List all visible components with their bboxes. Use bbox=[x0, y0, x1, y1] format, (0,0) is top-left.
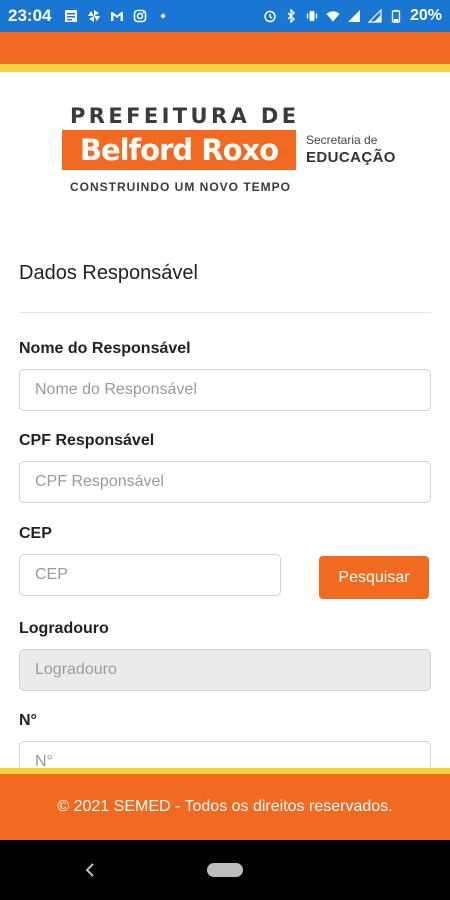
cep-input[interactable] bbox=[19, 554, 281, 596]
instagram-icon bbox=[134, 9, 147, 23]
pinwheel-icon bbox=[88, 10, 101, 22]
logo-department-line2: EDUCAÇÃO bbox=[306, 149, 396, 166]
cpf-label: CPF Responsável bbox=[19, 432, 155, 449]
section-title: Dados Responsável bbox=[19, 262, 198, 284]
footer: © 2021 SEMED - Todos os direitos reserva… bbox=[0, 768, 450, 840]
battery-icon bbox=[391, 9, 401, 23]
navigation-bar bbox=[0, 840, 450, 900]
street-input bbox=[19, 649, 431, 691]
header-band bbox=[0, 32, 450, 64]
responsible-name-label: Nome do Responsável bbox=[19, 340, 191, 357]
battery-percentage: 20% bbox=[409, 7, 442, 24]
signal-icon bbox=[347, 10, 360, 22]
prefeitura-logo: PREFEITURA DE Belford Roxo Secretaria de… bbox=[62, 100, 402, 200]
number-label: N° bbox=[19, 712, 37, 729]
alarm-icon bbox=[264, 10, 276, 23]
responsible-name-input[interactable] bbox=[19, 369, 431, 411]
home-pill-icon[interactable] bbox=[207, 863, 243, 877]
street-label: Logradouro bbox=[19, 620, 109, 637]
header-stripe bbox=[0, 64, 450, 72]
logo-city-name: Belford Roxo bbox=[62, 130, 296, 170]
gmail-icon bbox=[111, 12, 124, 21]
wifi-icon bbox=[326, 11, 340, 22]
footer-copyright: © 2021 SEMED - Todos os direitos reserva… bbox=[57, 798, 393, 815]
signal-secondary-icon bbox=[367, 9, 382, 23]
search-cep-button[interactable]: Pesquisar bbox=[319, 556, 429, 599]
section-divider bbox=[19, 312, 431, 313]
notification-dot-icon bbox=[161, 13, 166, 19]
status-time: 23:04 bbox=[8, 6, 52, 25]
logo-top-line: PREFEITURA DE bbox=[70, 104, 300, 128]
vibrate-icon bbox=[306, 11, 318, 21]
logo-department-line1: Secretaria de bbox=[306, 133, 378, 147]
back-icon[interactable] bbox=[78, 856, 102, 884]
cep-label: CEP bbox=[19, 525, 52, 542]
notes-icon bbox=[65, 10, 78, 22]
status-bar: 23:04 20% bbox=[0, 0, 450, 32]
logo-tagline: CONSTRUINDO UM NOVO TEMPO bbox=[70, 180, 292, 194]
bluetooth-icon bbox=[287, 9, 295, 23]
cpf-input[interactable] bbox=[19, 461, 431, 503]
